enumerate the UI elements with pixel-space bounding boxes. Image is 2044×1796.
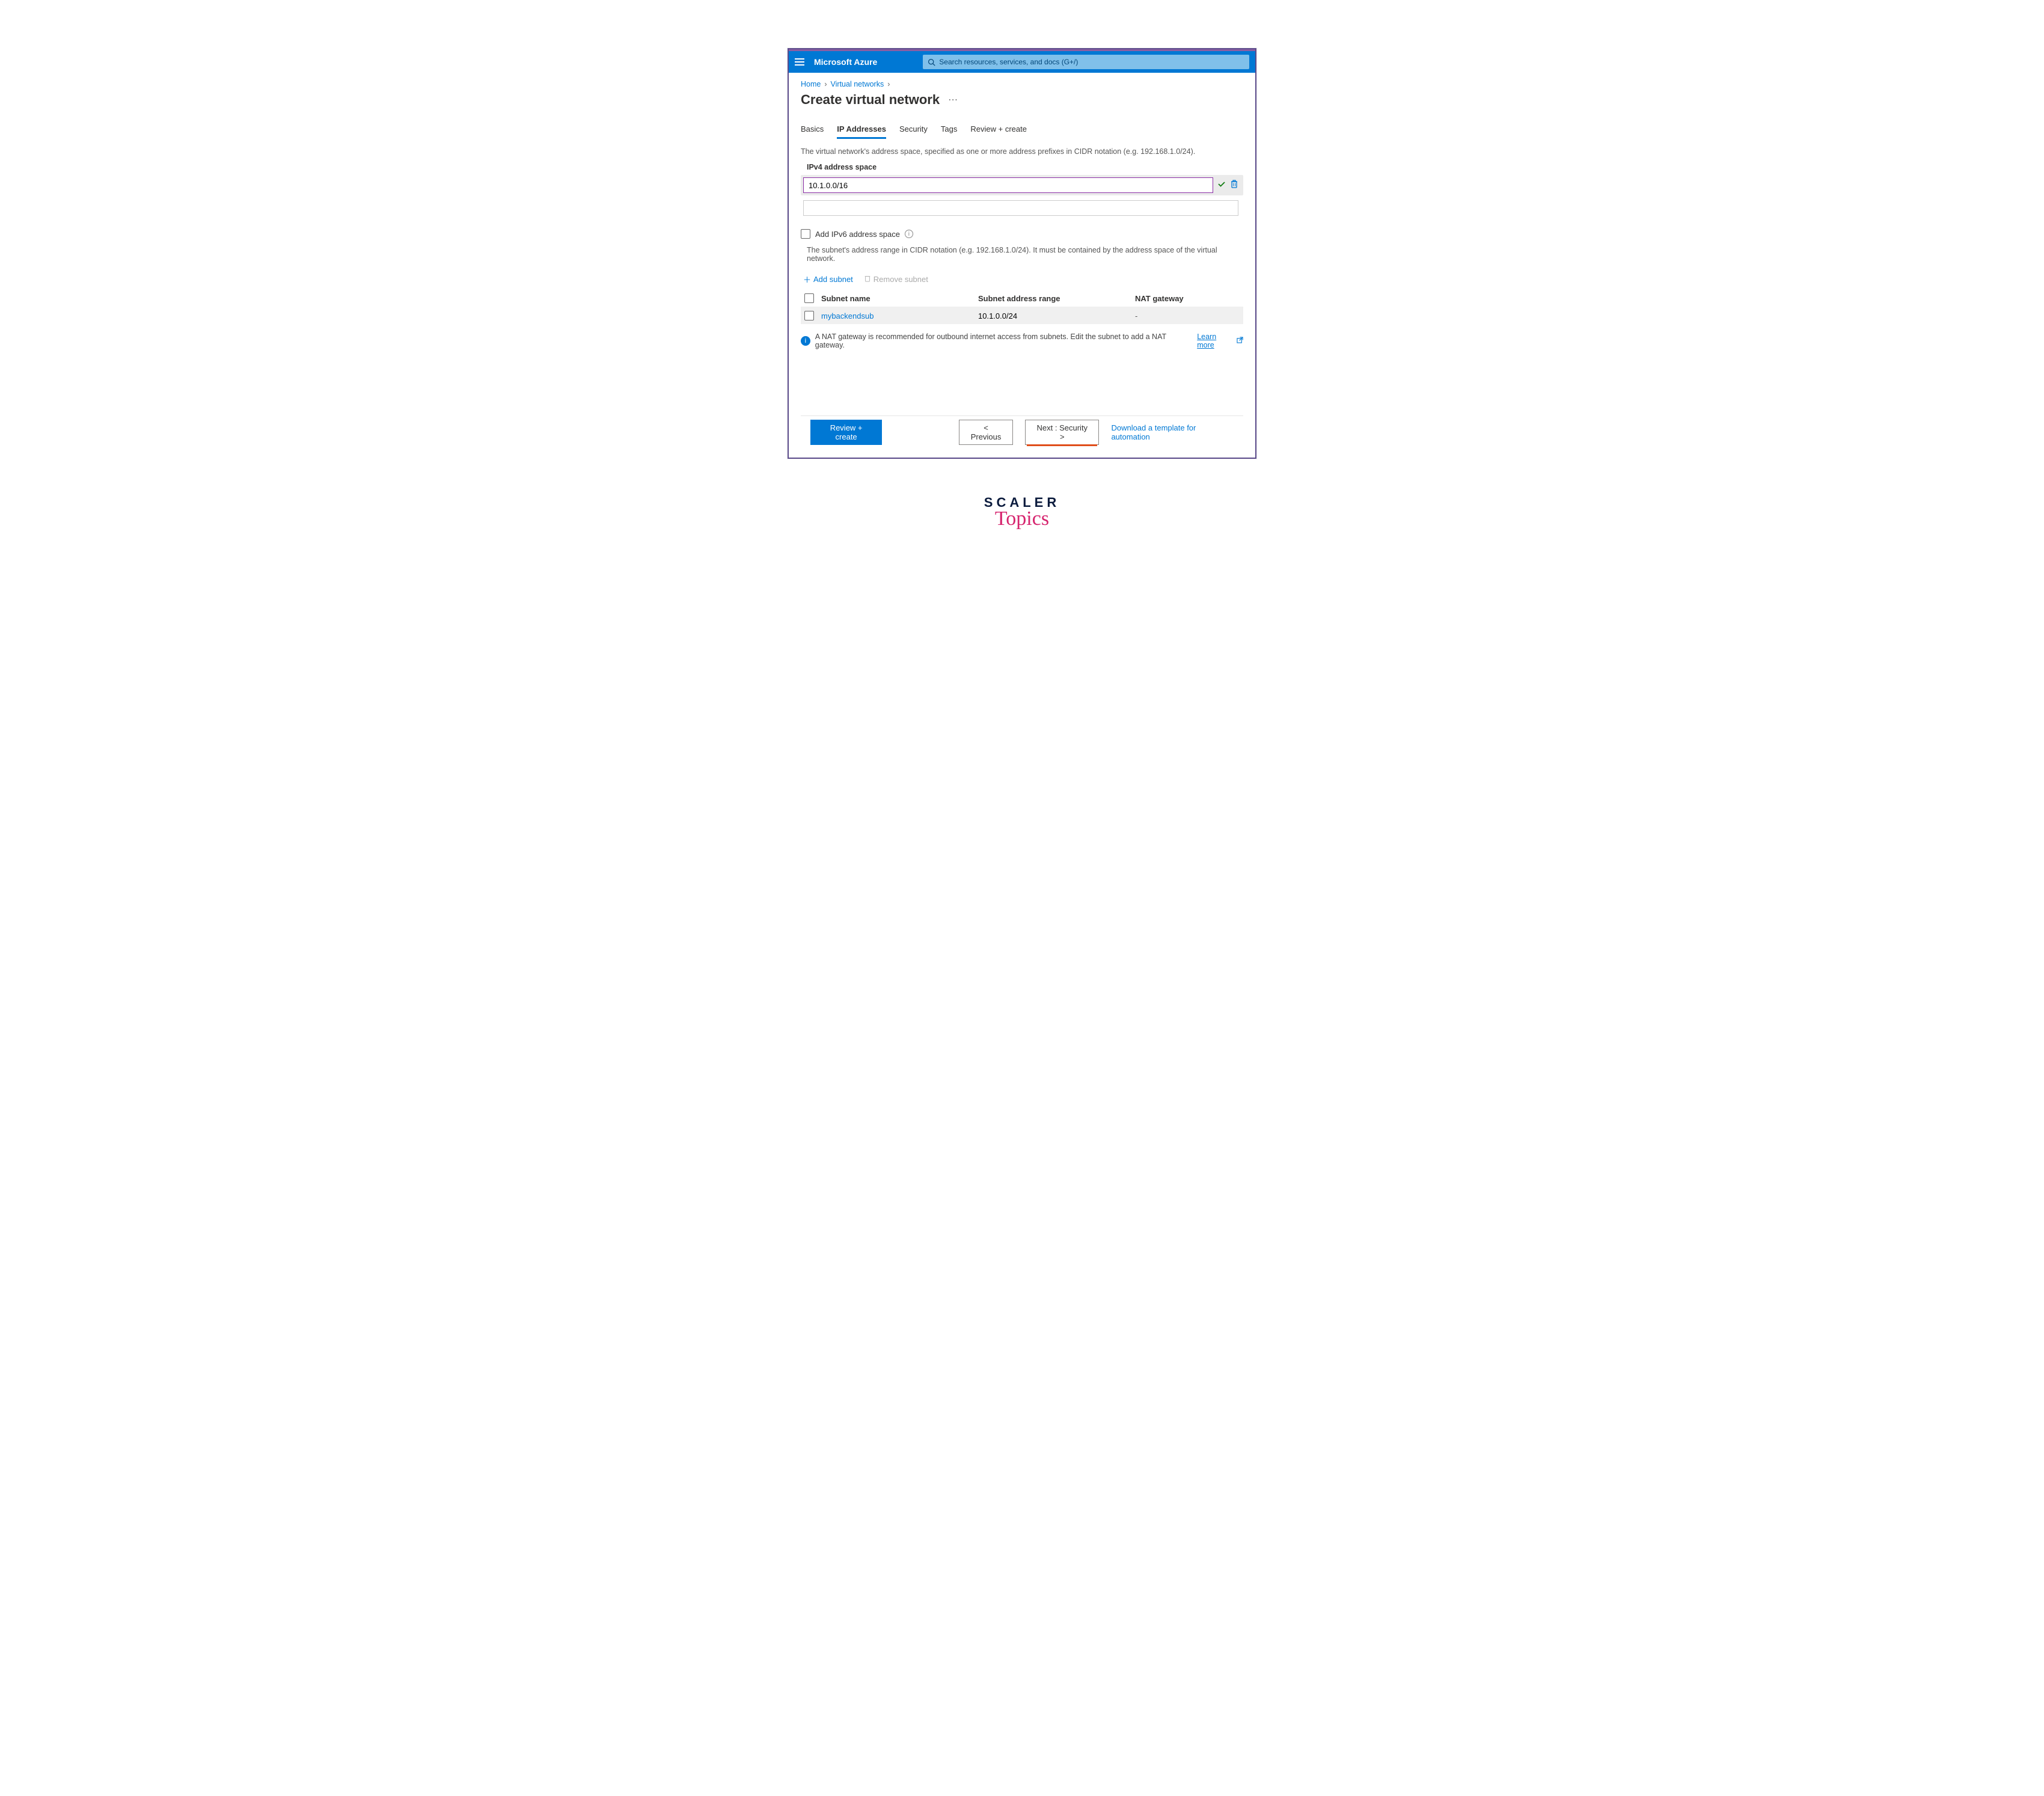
external-link-icon: [1237, 337, 1243, 345]
breadcrumb-home[interactable]: Home: [801, 80, 821, 88]
wizard-footer: Review + create < Previous Next : Securi…: [801, 415, 1243, 448]
remove-subnet-label: Remove subnet: [874, 275, 928, 284]
info-icon[interactable]: i: [905, 230, 913, 238]
previous-button[interactable]: < Previous: [959, 420, 1013, 445]
portal-header: Microsoft Azure: [789, 51, 1255, 73]
tab-basics[interactable]: Basics: [801, 124, 824, 139]
scaler-watermark: SCALER Topics: [984, 495, 1060, 527]
col-nat-gateway: NAT gateway: [1135, 294, 1240, 303]
tab-security[interactable]: Security: [899, 124, 928, 139]
global-search[interactable]: [923, 55, 1249, 69]
row-checkbox[interactable]: [804, 311, 814, 320]
azure-portal-window: Microsoft Azure Home › Virtual networks …: [788, 48, 1256, 459]
ipv4-address-row: [801, 175, 1243, 195]
learn-more-label: Learn more: [1197, 333, 1235, 349]
table-row: mybackendsub 10.1.0.0/24 -: [801, 307, 1243, 324]
review-create-button[interactable]: Review + create: [810, 420, 882, 445]
chevron-right-icon: ›: [887, 80, 890, 88]
chevron-right-icon: ›: [824, 80, 827, 88]
subnet-table-header: Subnet name Subnet address range NAT gat…: [801, 290, 1243, 307]
address-space-description: The virtual network's address space, spe…: [801, 147, 1243, 156]
remove-subnet-button: Remove subnet: [864, 274, 928, 284]
wizard-tabs: Basics IP Addresses Security Tags Review…: [801, 124, 1243, 139]
next-security-button[interactable]: Next : Security >: [1025, 420, 1099, 445]
trash-icon: [864, 274, 871, 284]
title-row: Create virtual network ⋯: [801, 92, 1243, 108]
content-area: Home › Virtual networks › Create virtual…: [789, 73, 1255, 458]
tab-review-create[interactable]: Review + create: [970, 124, 1027, 139]
more-actions-icon[interactable]: ⋯: [948, 94, 958, 106]
search-input[interactable]: [939, 58, 1244, 66]
ipv4-address-input[interactable]: [803, 177, 1213, 193]
hamburger-menu-icon[interactable]: [795, 58, 804, 66]
subnet-range-value: 10.1.0.0/24: [978, 311, 1135, 320]
nat-info-text: A NAT gateway is recommended for outboun…: [815, 333, 1192, 349]
col-subnet-name: Subnet name: [821, 294, 978, 303]
download-template-link[interactable]: Download a template for automation: [1111, 423, 1234, 441]
brand-label: Microsoft Azure: [814, 57, 877, 67]
select-all-checkbox[interactable]: [804, 293, 814, 303]
tab-ip-addresses[interactable]: IP Addresses: [837, 124, 886, 139]
delete-address-button[interactable]: [1230, 179, 1238, 192]
ipv6-label: Add IPv6 address space: [815, 230, 900, 239]
page-title: Create virtual network: [801, 92, 940, 108]
add-subnet-button[interactable]: ＋ Add subnet: [803, 274, 853, 285]
nat-info-bar: i A NAT gateway is recommended for outbo…: [801, 333, 1243, 349]
subnet-actions: ＋ Add subnet Remove subnet: [801, 274, 1243, 285]
learn-more-link[interactable]: Learn more: [1197, 333, 1243, 349]
plus-icon: ＋: [803, 274, 811, 285]
subnet-description: The subnet's address range in CIDR notat…: [801, 246, 1243, 263]
subnet-name-link[interactable]: mybackendsub: [821, 311, 978, 320]
breadcrumb: Home › Virtual networks ›: [801, 80, 1243, 88]
add-subnet-label: Add subnet: [813, 275, 853, 284]
subnet-table: Subnet name Subnet address range NAT gat…: [801, 290, 1243, 324]
watermark-line2: Topics: [984, 510, 1060, 527]
breadcrumb-vnets[interactable]: Virtual networks: [831, 80, 884, 88]
ipv4-label: IPv4 address space: [807, 163, 1243, 171]
ipv4-address-row-empty: [801, 198, 1243, 218]
search-icon: [928, 58, 935, 66]
ipv6-checkbox[interactable]: [801, 229, 810, 239]
ipv6-toggle-row: Add IPv6 address space i: [801, 229, 1243, 239]
nat-gateway-value: -: [1135, 311, 1240, 320]
col-subnet-range: Subnet address range: [978, 294, 1135, 303]
info-badge-icon: i: [801, 336, 810, 346]
ipv4-address-input-empty[interactable]: [803, 200, 1238, 216]
tab-tags[interactable]: Tags: [941, 124, 957, 139]
checkmark-icon: [1217, 179, 1226, 192]
